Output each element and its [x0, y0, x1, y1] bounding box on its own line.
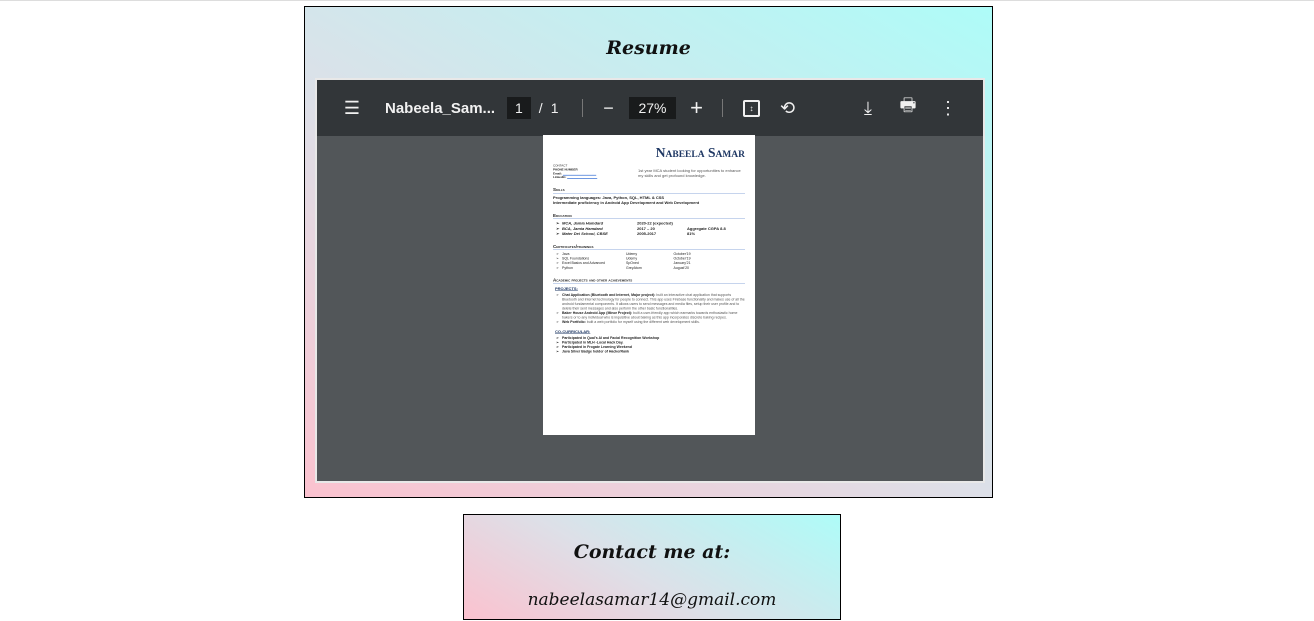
email-label: Email:: [553, 172, 563, 176]
project-item: Web Portfolio: built a web portfolio for…: [553, 320, 745, 325]
academic-heading: Academic projects and other achievements: [553, 277, 745, 284]
print-icon[interactable]: 🖶: [895, 95, 921, 121]
page-number-input[interactable]: 1: [507, 97, 531, 119]
download-icon[interactable]: ⤓: [855, 95, 881, 121]
education-field: Mater Dei School, CBSE: [562, 231, 608, 237]
skill-line: Intermediate proficiency in Android App …: [553, 200, 700, 206]
rotate-icon[interactable]: ⟲: [775, 95, 801, 121]
linkedin-label: LinkedIn:: [553, 176, 567, 180]
fit-page-icon[interactable]: ↕: [739, 95, 765, 121]
resume-heading: Resume: [606, 37, 691, 59]
project-title: Baker House Android App (Minor Project):: [562, 311, 633, 316]
pdf-toolbar: ☰ Nabeela_Sam... 1 / 1 − 27% + ↕ ⟲ ⤓ 🖶 ⋮: [317, 80, 983, 136]
zoom-in-icon[interactable]: +: [684, 95, 710, 121]
project-desc: built a web portfolio for myself using t…: [586, 320, 700, 325]
contact-email[interactable]: nabeelasamar14@gmail.com: [464, 590, 840, 610]
contact-card: Contact me at: nabeelasamar14@gmail.com: [463, 514, 841, 620]
file-name: Nabeela_Sam...: [385, 99, 496, 117]
education-field: 81%: [687, 231, 696, 237]
education-field: 2005-2017: [637, 231, 657, 237]
contact-heading: Contact me at:: [573, 541, 731, 563]
certificate-field: August'20: [673, 266, 689, 270]
more-options-icon[interactable]: ⋮: [935, 95, 961, 121]
resume-name: Nabeela Samar: [655, 145, 745, 160]
project-title: Chat Application (Bluetooth and Internet…: [562, 293, 656, 297]
skills-heading: Skills: [553, 187, 745, 194]
divider: [582, 99, 584, 117]
certificate-field: Python: [562, 266, 573, 270]
projects-heading: PROJECTS:: [555, 286, 578, 292]
resume-card: Resume ☰ Nabeela_Sam... 1 / 1 − 27% + ↕ …: [304, 6, 993, 498]
pdf-viewer[interactable]: ☰ Nabeela_Sam... 1 / 1 − 27% + ↕ ⟲ ⤓ 🖶 ⋮…: [315, 78, 985, 483]
certificates-heading: Certificates/trainings: [553, 244, 745, 251]
zoom-out-icon[interactable]: −: [595, 95, 621, 121]
education-item: Mater Dei School, CBSE 2005-2017 81%: [553, 232, 745, 237]
certificate-item: Python GreyAtom August'20: [553, 266, 745, 271]
certificate-field: GreyAtom: [626, 266, 642, 270]
objective: 1st year MCA student looking for opportu…: [638, 168, 741, 179]
cocurricular-item: Java Silver Badge holder of HackerRank: [553, 350, 745, 355]
menu-icon[interactable]: ☰: [339, 95, 365, 121]
page-total: 1: [550, 100, 559, 116]
project-item: Baker House Android App (Minor Project):…: [553, 311, 745, 320]
page-separator: /: [538, 100, 543, 116]
pdf-page: Nabeela Samar CONTACT PHONE NUMBER Email…: [543, 135, 755, 435]
zoom-level-input[interactable]: 27%: [629, 97, 676, 119]
education-heading: Education: [553, 213, 745, 220]
cocurricular-heading: CO-CURRICULAR:: [555, 329, 591, 335]
divider: [721, 99, 723, 117]
project-title: Web Portfolio:: [562, 320, 586, 325]
project-item: Chat Application (Bluetooth and Internet…: [553, 293, 745, 311]
